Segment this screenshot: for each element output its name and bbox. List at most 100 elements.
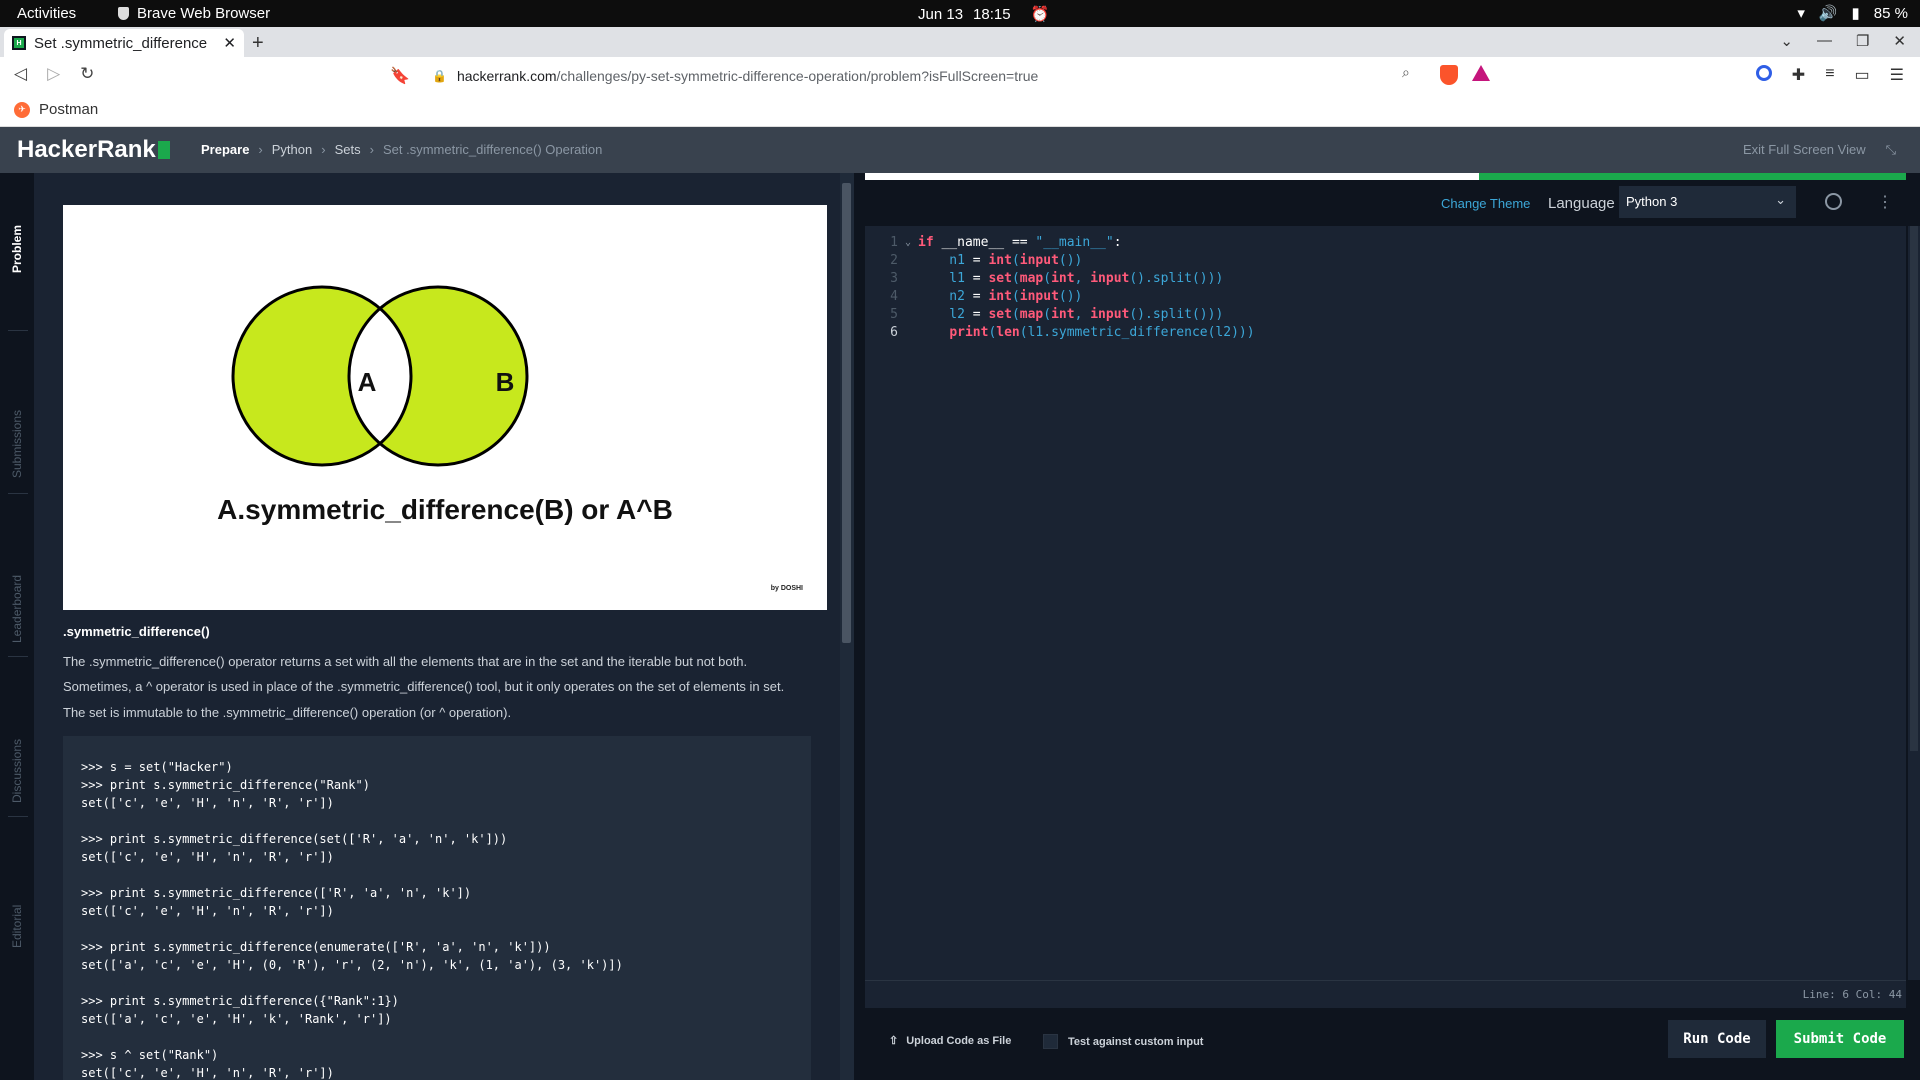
upload-label: Upload Code as File: [906, 1034, 1012, 1047]
close-tab-icon[interactable]: ✕: [223, 34, 236, 52]
extensions-puzzle-icon[interactable]: ✚: [1792, 65, 1805, 85]
back-icon[interactable]: ◁: [14, 64, 27, 84]
system-tray[interactable]: ▾ 🔊 ▮ 85 %: [1797, 4, 1908, 23]
code-line: 4 n2 = int(input()): [890, 289, 1083, 304]
lock-icon: 🔒: [432, 69, 447, 83]
postman-icon: ✈: [14, 101, 30, 118]
problem-scrollbar[interactable]: [840, 173, 854, 1080]
venn-caption: A.symmetric_difference(B) or A^B: [217, 494, 673, 525]
change-theme-link[interactable]: Change Theme: [1441, 196, 1530, 211]
venn-diagram-image: A B A.symmetric_difference(B) or A^B by …: [63, 205, 827, 610]
media-queue-icon[interactable]: ≡: [1825, 65, 1834, 85]
run-code-button[interactable]: Run Code: [1668, 1020, 1766, 1058]
zoom-icon[interactable]: ⌕: [1402, 64, 1410, 81]
editor-status-bar: Line: 6 Col: 44: [865, 980, 1906, 1008]
venn-credit: by DOSHI: [770, 585, 803, 592]
hackerrank-logo[interactable]: HackerRank: [17, 136, 170, 164]
url-host: hackerrank.com: [456, 68, 557, 84]
close-window-button[interactable]: ✕: [1893, 32, 1906, 50]
browser-toolbar: ◁ ▷ ↻ 🔖 🔒 hackerrank.com/challenges/py-s…: [0, 57, 1920, 94]
problem-paragraph: The set is immutable to the .symmetric_d…: [63, 705, 512, 720]
chevron-down-icon: ⌄: [1775, 192, 1786, 207]
custom-input-checkbox[interactable]: Test against custom input: [1043, 1034, 1203, 1049]
new-tab-button[interactable]: +: [252, 32, 264, 55]
problem-paragraph: Sometimes, a ^ operator is used in place…: [63, 679, 785, 694]
battery-icon: ▮: [1851, 5, 1860, 22]
extension-icons: ✚ ≡ ▭ ☰: [1755, 65, 1904, 85]
breadcrumb: Prepare › Python › Sets › Set .symmetric…: [201, 142, 602, 157]
submit-code-button[interactable]: Submit Code: [1776, 1020, 1904, 1058]
activities-button[interactable]: Activities: [17, 5, 76, 22]
scrollbar-thumb[interactable]: [842, 183, 851, 643]
editor-toolbar: Change Theme Language Python 3 ⌄ ⋮: [865, 180, 1906, 226]
tab-title: Set .symmetric_difference: [34, 34, 208, 52]
tab-editorial[interactable]: Editorial: [0, 873, 34, 948]
app-menu[interactable]: Brave Web Browser: [118, 5, 270, 22]
minimize-button[interactable]: —: [1817, 32, 1832, 50]
more-options-icon[interactable]: ⋮: [1877, 192, 1893, 212]
code-line: 6 print(len(l1.symmetric_difference(l2))…: [890, 325, 1255, 340]
code-line: 1 ⌄ if __name__ == "__main__":: [890, 234, 1122, 252]
exit-fullscreen-label: Exit Full Screen View: [1743, 142, 1866, 157]
browser-menu-icon[interactable]: ☰: [1890, 65, 1904, 85]
address-bar[interactable]: 🔒 hackerrank.com/challenges/py-set-symme…: [422, 61, 1498, 91]
language-value: Python 3: [1626, 194, 1678, 209]
url-path: /challenges/py-set-symmetric-difference-…: [556, 68, 1039, 84]
code-lines: 1 ⌄ if __name__ == "__main__": 2 n1 = int(…: [865, 234, 1255, 342]
logo-square-icon: [157, 141, 170, 159]
browser-tab[interactable]: H Set .symmetric_difference ✕: [4, 29, 244, 57]
breadcrumb-python[interactable]: Python: [272, 142, 312, 157]
tab-discussions[interactable]: Discussions: [0, 698, 34, 803]
wifi-icon: ▾: [1797, 5, 1805, 22]
date: Jun 13: [918, 5, 964, 23]
volume-icon: 🔊: [1818, 5, 1838, 22]
hackerrank-favicon-icon: H: [12, 36, 26, 50]
brave-rewards-icon[interactable]: [1472, 65, 1490, 81]
code-area[interactable]: 1 ⌄ if __name__ == "__main__": 2 n1 = int(…: [865, 226, 1906, 980]
reload-icon[interactable]: ↻: [80, 64, 94, 84]
bookmark-postman[interactable]: ✈ Postman: [14, 101, 98, 118]
venn-label-a: A: [358, 367, 377, 397]
tab-submissions[interactable]: Submissions: [0, 373, 34, 478]
checkbox[interactable]: [1043, 1034, 1058, 1049]
extension-circle-icon[interactable]: [1755, 65, 1772, 81]
code-editor-panel: Change Theme Language Python 3 ⌄ ⋮ 1 ⌄ if …: [865, 173, 1920, 1080]
browser-tab-bar: H Set .symmetric_difference ✕ + ⌄ — ❐ ✕: [0, 27, 1920, 57]
chevron-right-icon: ›: [321, 142, 326, 157]
cursor-position: Line: 6 Col: 44: [1802, 988, 1902, 1001]
breadcrumb-sets[interactable]: Sets: [335, 142, 361, 157]
problem-sidebar: Problem Submissions Leaderboard Discussi…: [0, 173, 34, 1080]
scrollbar-thumb[interactable]: [1910, 226, 1918, 751]
history-icon[interactable]: [1825, 193, 1842, 210]
progress-fill: [865, 173, 1480, 180]
upload-code-button[interactable]: ⇧ Upload Code as File: [889, 1034, 1012, 1048]
restore-button[interactable]: ❐: [1856, 32, 1869, 50]
window-controls: ⌄ — ❐ ✕: [1780, 32, 1906, 50]
hackerrank-header: HackerRank Prepare › Python › Sets › Set…: [0, 127, 1920, 173]
fold-icon[interactable]: ⌄: [905, 234, 918, 252]
collapse-icon: ⤡: [1885, 142, 1896, 157]
resize-handle[interactable]: [854, 173, 865, 1080]
language-select[interactable]: Python 3 ⌄: [1619, 186, 1796, 218]
code-line: 3 l1 = set(map(int, input().split())): [890, 271, 1224, 286]
alarm-icon: ⏰: [1030, 6, 1050, 23]
nav-buttons: ◁ ▷ ↻: [14, 64, 94, 84]
exit-fullscreen[interactable]: Exit Full Screen View ⤡: [1743, 142, 1896, 158]
clock[interactable]: Jun 13 18:15 ⏰: [918, 5, 1050, 24]
bookmark-icon[interactable]: 🔖: [390, 66, 410, 86]
divider: [8, 816, 28, 817]
wallet-icon[interactable]: ▭: [1855, 65, 1870, 85]
brave-shields-icon[interactable]: [1440, 65, 1458, 85]
editor-scrollbar[interactable]: [1908, 226, 1920, 980]
tab-problem[interactable]: Problem: [0, 213, 34, 273]
divider: [8, 493, 28, 494]
forward-icon[interactable]: ▷: [47, 64, 60, 84]
os-top-bar: Activities Brave Web Browser Jun 13 18:1…: [0, 0, 1920, 27]
code-line: 2 n1 = int(input()): [890, 253, 1083, 268]
tab-search-icon[interactable]: ⌄: [1780, 32, 1793, 50]
breadcrumb-prepare[interactable]: Prepare: [201, 142, 249, 157]
breadcrumb-current: Set .symmetric_difference() Operation: [382, 142, 603, 157]
tab-leaderboard[interactable]: Leaderboard: [0, 533, 34, 643]
venn-diagram: A B: [231, 285, 529, 467]
bookmarks-bar: ✈ Postman: [0, 94, 1920, 127]
